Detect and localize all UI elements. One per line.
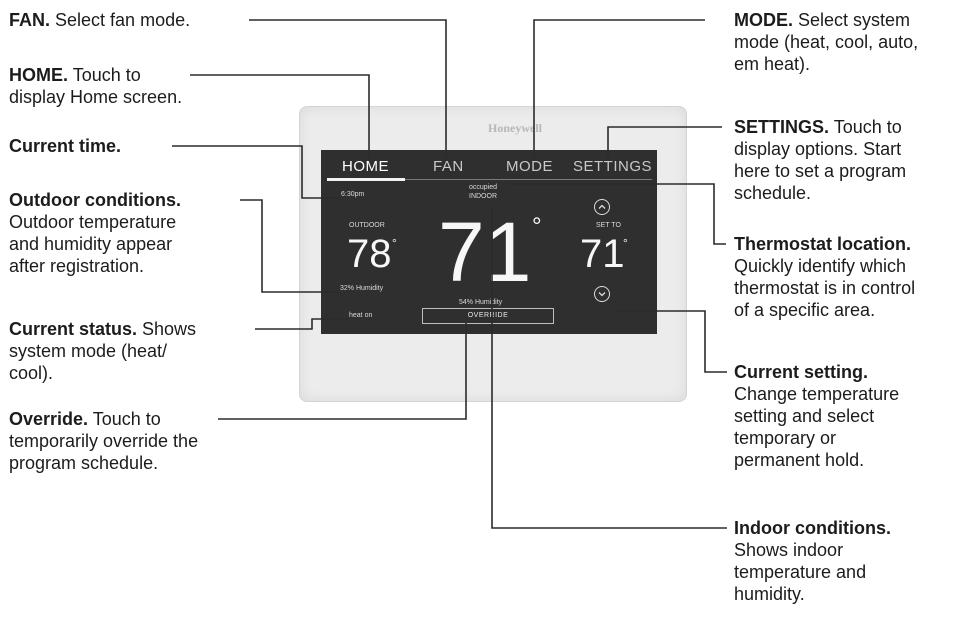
callout-home-line2: display Home screen. xyxy=(9,87,183,107)
callout-settings-title: SETTINGS. xyxy=(734,117,830,137)
tab-home[interactable]: HOME xyxy=(342,158,389,175)
outdoor-temperature: 78 xyxy=(347,232,392,276)
callout-current-time: Current time. xyxy=(9,135,121,157)
callout-location: Thermostat location. Quickly identify wh… xyxy=(734,233,915,321)
tab-fan[interactable]: FAN xyxy=(433,158,464,175)
tab-divider xyxy=(405,179,652,180)
callout-location-line3: thermostat is in control xyxy=(734,278,916,298)
override-button[interactable]: OVERRIDE xyxy=(422,308,554,324)
callout-mode-line2: mode (heat, cool, auto, xyxy=(734,32,919,52)
callout-home-title: HOME. xyxy=(9,65,69,85)
callout-setting-title: Current setting. xyxy=(734,362,869,382)
outdoor-degree: ° xyxy=(392,236,397,250)
callout-home-text: Touch to xyxy=(68,65,141,85)
callout-current-time-title: Current time. xyxy=(9,136,122,156)
location-name: INDOOR xyxy=(469,193,497,200)
callout-settings-line4: schedule. xyxy=(734,183,812,203)
callout-status-title: Current status. xyxy=(9,319,138,339)
current-time: 6:30pm xyxy=(341,191,365,198)
outdoor-label: OUTDOOR xyxy=(349,222,385,229)
occupancy-status: occupied xyxy=(468,184,498,191)
callout-fan-text: Select fan mode. xyxy=(50,10,191,30)
indoor-humidity: 54% Humidity xyxy=(459,299,503,306)
callout-settings-line2: display options. Start xyxy=(734,139,902,159)
callout-outdoor: Outdoor conditions. Outdoor temperature … xyxy=(9,189,181,277)
callout-setting: Current setting. Change temperature sett… xyxy=(734,361,899,471)
callout-status-line2: system mode (heat/ xyxy=(9,341,168,361)
callout-setting-line5: permanent hold. xyxy=(734,450,865,470)
callout-indoor-line3: temperature and xyxy=(734,562,867,582)
callout-outdoor-line4: after registration. xyxy=(9,256,145,276)
callout-indoor: Indoor conditions. Shows indoor temperat… xyxy=(734,517,891,605)
callout-fan-title: FAN. xyxy=(9,10,51,30)
callout-override: Override. Touch to temporarily override … xyxy=(9,408,198,474)
callout-mode: MODE. Select system mode (heat, cool, au… xyxy=(734,9,918,75)
active-tab-underline xyxy=(327,178,405,181)
tab-mode[interactable]: MODE xyxy=(506,158,553,175)
chevron-down-icon xyxy=(598,292,606,297)
callout-settings-line3: here to set a program xyxy=(734,161,907,181)
callout-override-text: Touch to xyxy=(88,409,161,429)
callout-status: Current status. Shows system mode (heat/… xyxy=(9,318,196,384)
callout-outdoor-title: Outdoor conditions. xyxy=(9,190,181,210)
callout-indoor-line4: humidity. xyxy=(734,584,805,604)
callout-indoor-title: Indoor conditions. xyxy=(734,518,891,538)
set-temperature: 71 xyxy=(580,232,625,276)
callout-outdoor-line2: Outdoor temperature xyxy=(9,212,177,232)
set-degree: ° xyxy=(623,236,628,250)
temp-down-button[interactable] xyxy=(594,286,610,302)
indoor-degree: ° xyxy=(532,213,542,240)
callout-setting-line2: Change temperature xyxy=(734,384,900,404)
callout-outdoor-line3: and humidity appear xyxy=(9,234,173,254)
temp-up-button[interactable] xyxy=(594,199,610,215)
callout-location-title: Thermostat location. xyxy=(734,234,912,254)
callout-location-line4: of a specific area. xyxy=(734,300,876,320)
callout-setting-line3: setting and select xyxy=(734,406,875,426)
outdoor-humidity: 32% Humidity xyxy=(340,285,384,292)
tab-settings[interactable]: SETTINGS xyxy=(573,158,652,175)
callout-status-text: Shows xyxy=(137,319,197,339)
callout-mode-title: MODE. xyxy=(734,10,794,30)
callout-mode-line3: em heat). xyxy=(734,54,811,74)
thermostat-location: occupied INDOOR xyxy=(458,183,508,201)
callout-home: HOME. Touch to display Home screen. xyxy=(9,64,182,108)
callout-override-line2: temporarily override the xyxy=(9,431,199,451)
current-status: heat on xyxy=(349,312,373,319)
callout-mode-text: Select system xyxy=(793,10,911,30)
brand-logo: Honeywell xyxy=(488,121,542,135)
callout-setting-line4: temporary or xyxy=(734,428,837,448)
callout-settings-text: Touch to xyxy=(829,117,902,137)
callout-override-line3: program schedule. xyxy=(9,453,159,473)
indoor-temperature: 71 xyxy=(438,205,532,299)
callout-settings: SETTINGS. Touch to display options. Star… xyxy=(734,116,906,204)
set-to-label: SET TO xyxy=(596,222,621,229)
callout-location-line2: Quickly identify which xyxy=(734,256,907,276)
callout-fan: FAN. Select fan mode. xyxy=(9,9,190,31)
callout-status-line3: cool). xyxy=(9,363,54,383)
callout-override-title: Override. xyxy=(9,409,89,429)
chevron-up-icon xyxy=(598,204,606,209)
callout-indoor-line2: Shows indoor xyxy=(734,540,844,560)
